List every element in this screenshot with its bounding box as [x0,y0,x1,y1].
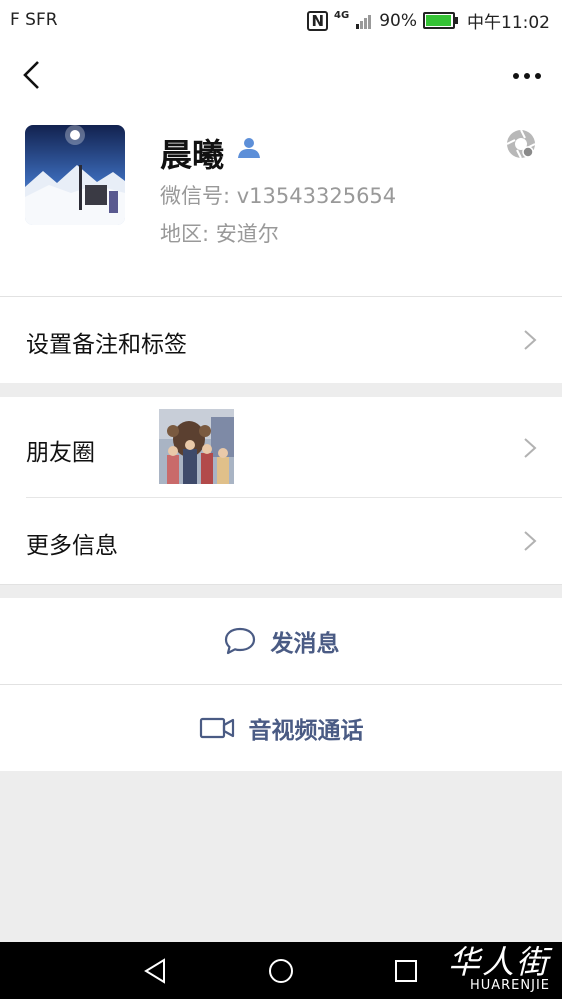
contact-person-icon [238,138,260,158]
video-call-label: 音视频通话 [248,718,364,744]
watermark-logo: 华人街 HUARENJIE [448,946,550,993]
profile-header: 晨曦 微信号: v13543325654 地区: 安道尔 [0,110,562,297]
more-dots-icon [513,73,541,79]
more-info-row[interactable]: 更多信息 [0,498,562,584]
moments-label: 朋友圈 [26,440,95,466]
carrier-label: F SFR [10,10,58,30]
profile-name: 晨曦 [160,136,225,174]
more-options-button[interactable] [512,62,542,82]
nfc-icon: N [307,10,329,31]
battery-icon [423,12,458,29]
region: 地区: 安道尔 [160,222,279,246]
top-nav-bar [0,38,562,110]
back-chevron-icon[interactable] [18,58,48,92]
moments-shutter-icon[interactable] [505,128,537,160]
status-bar: F SFR N 4G 90% 中午11:02 [0,0,562,38]
network-type: 4G [334,10,350,21]
moments-row[interactable]: 朋友圈 [0,397,562,497]
nav-recents-icon[interactable] [394,959,418,983]
more-info-label: 更多信息 [26,533,118,559]
nav-back-icon[interactable] [142,958,168,984]
chevron-right-icon [524,438,537,458]
remarks-tags-label: 设置备注和标签 [26,332,187,358]
send-message-label: 发消息 [270,631,340,657]
info-section: 朋友圈 更多信息 [0,397,562,585]
status-right-group: N 4G 90% 中午11:02 [307,8,550,33]
nav-home-icon[interactable] [267,957,295,985]
wechat-id: 微信号: v13543325654 [160,184,397,208]
chat-bubble-icon [224,627,255,655]
video-call-button[interactable]: 音视频通话 [0,685,562,771]
moments-thumbnail [159,409,234,484]
remarks-tags-row[interactable]: 设置备注和标签 [0,297,562,383]
watermark-cn: 华人街 [447,943,550,981]
video-camera-icon [199,717,234,739]
signal-icon [356,14,372,29]
send-message-button[interactable]: 发消息 [0,598,562,685]
clock: 中午11:02 [467,13,550,33]
chevron-right-icon [524,531,537,551]
chevron-right-icon [524,330,537,350]
battery-percent: 90% [379,10,417,31]
avatar[interactable] [25,125,125,225]
